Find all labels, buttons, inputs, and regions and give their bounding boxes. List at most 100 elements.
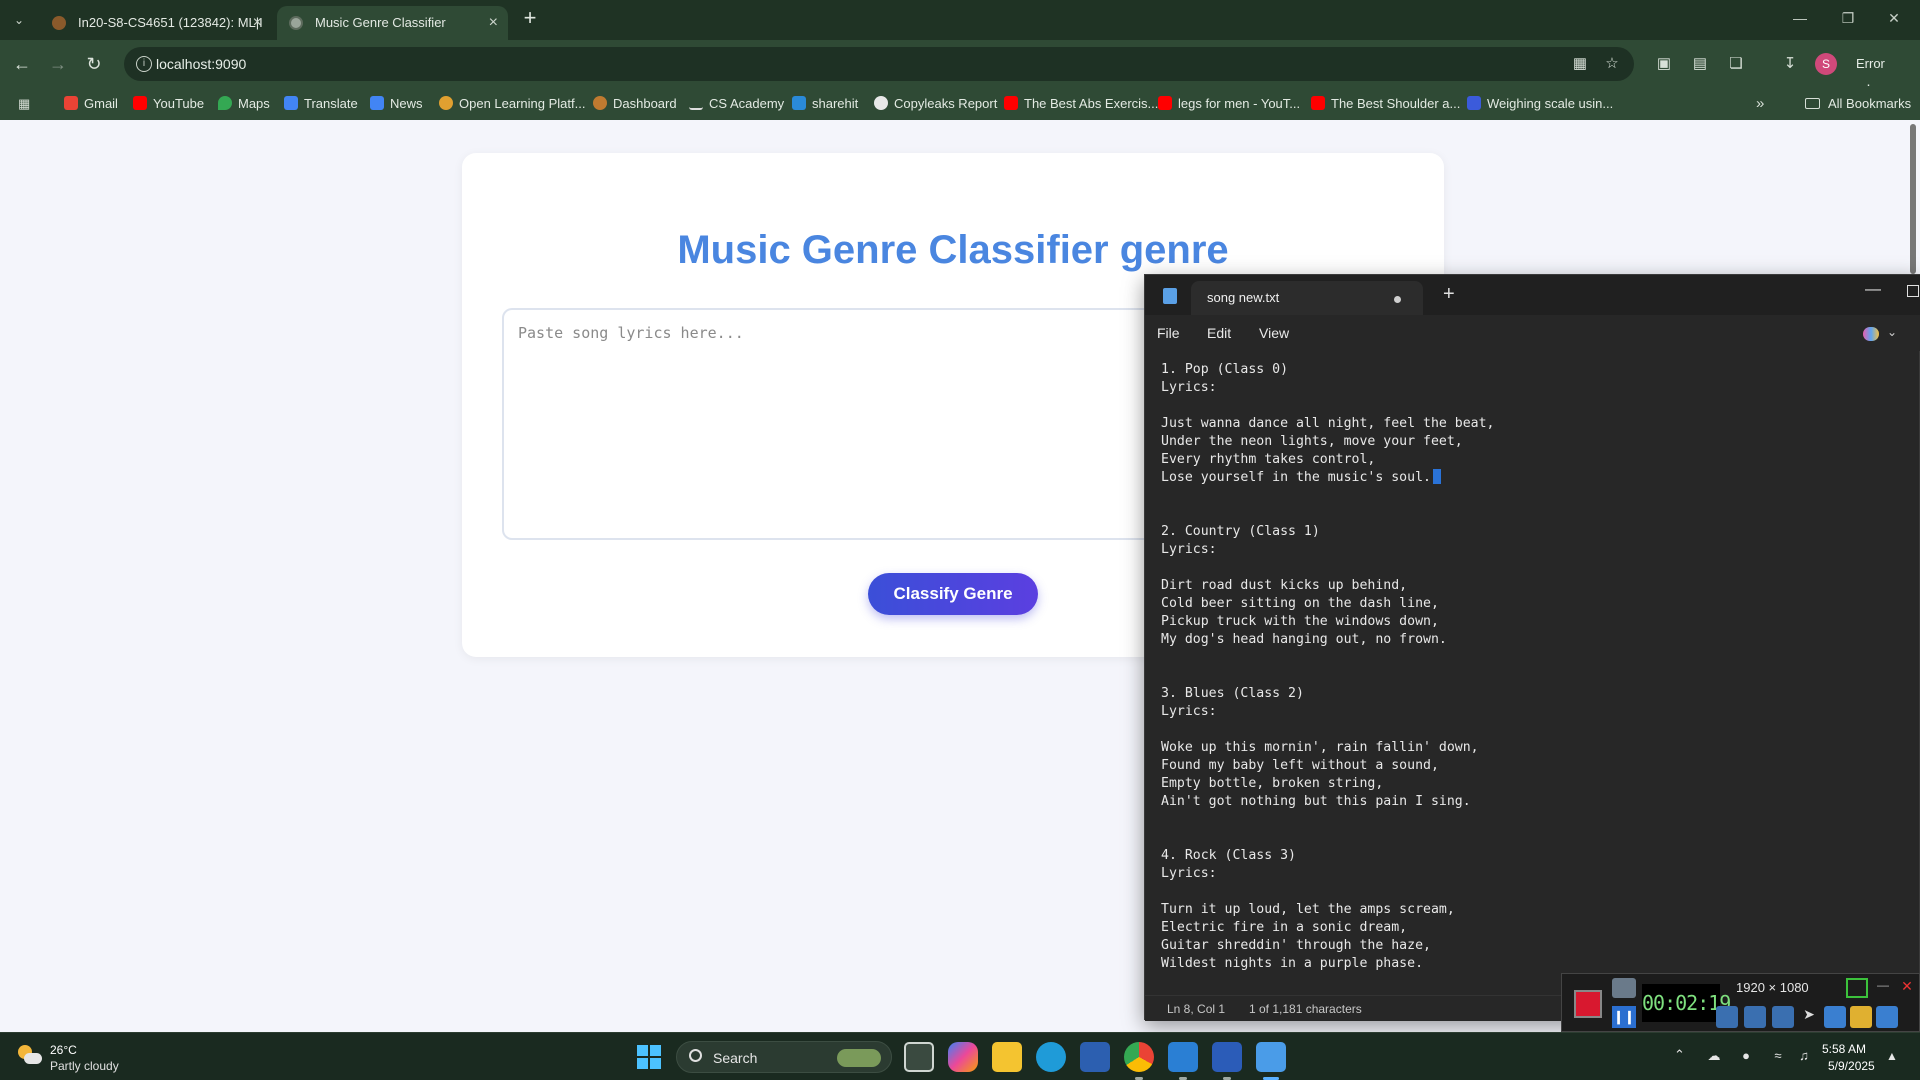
bookmark-shoulder[interactable]: The Best Shoulder a... xyxy=(1311,88,1460,120)
copilot-app-icon[interactable] xyxy=(948,1042,978,1072)
text-line: Ain't got nothing but this pain I sing. xyxy=(1161,794,1471,809)
minimize-window-icon[interactable]: — xyxy=(1790,10,1810,26)
minimize-recorder-icon[interactable]: — xyxy=(1872,978,1894,998)
webcam-icon[interactable] xyxy=(1772,1006,1794,1028)
task-view-icon[interactable] xyxy=(904,1042,934,1072)
close-window-icon[interactable]: ✕ xyxy=(1884,10,1904,27)
tab-search-chevron-icon[interactable]: ⌄ xyxy=(8,9,30,31)
bookmark-star-icon[interactable]: ☆ xyxy=(1602,54,1622,74)
notepad-file-tab[interactable]: song new.txt xyxy=(1191,281,1423,315)
bookmark-news[interactable]: News xyxy=(370,88,423,120)
address-bar[interactable]: i localhost:9090 ▦ ☆ xyxy=(124,47,1634,81)
download-icon[interactable]: ↧ xyxy=(1780,54,1800,74)
taskbar-search[interactable]: Search xyxy=(676,1041,892,1073)
new-tab-button[interactable]: + xyxy=(518,6,542,32)
bookmark-open-learning[interactable]: Open Learning Platf... xyxy=(439,88,585,120)
stop-recording-button[interactable] xyxy=(1574,990,1602,1018)
text-line xyxy=(1161,487,1901,505)
microphone-icon[interactable] xyxy=(1744,1006,1766,1028)
bookmark-gmail[interactable]: Gmail xyxy=(64,88,118,120)
bookmark-dashboard[interactable]: Dashboard xyxy=(593,88,677,120)
bookmark-weighing-scale[interactable]: Weighing scale usin... xyxy=(1467,88,1613,120)
copilot-icon[interactable] xyxy=(1863,327,1879,341)
extensions-puzzle-icon[interactable]: ❏ xyxy=(1726,54,1746,74)
chevron-down-icon[interactable]: ⌄ xyxy=(1887,325,1897,339)
profile-avatar[interactable]: S xyxy=(1815,53,1837,75)
camera-icon[interactable] xyxy=(1612,978,1636,998)
tray-overflow-chevron-icon[interactable]: ⌃ xyxy=(1674,1047,1685,1063)
cursor-pointer-icon: ➤ xyxy=(1803,1006,1815,1022)
error-button[interactable]: Error ⋮ xyxy=(1848,51,1904,97)
word-icon[interactable] xyxy=(1212,1042,1242,1072)
menu-edit[interactable]: Edit xyxy=(1207,325,1231,341)
text-line xyxy=(1161,505,1901,523)
browser-tab-course[interactable]: In20-S8-CS4651 (123842): ML|I × xyxy=(40,6,272,40)
site-info-icon[interactable]: i xyxy=(136,56,152,72)
back-icon[interactable]: ← xyxy=(10,52,34,76)
text-line: My dog's head hanging out, no frown. xyxy=(1161,632,1447,647)
speaker-icon[interactable] xyxy=(1716,1006,1738,1028)
bookmark-abs-exercise[interactable]: The Best Abs Exercis... xyxy=(1004,88,1158,120)
microphone-tray-icon[interactable]: ● xyxy=(1738,1048,1754,1064)
bookmark-youtube[interactable]: YouTube xyxy=(133,88,204,120)
bookmark-copyleaks[interactable]: Copyleaks Report xyxy=(874,88,997,120)
more-bookmarks-chevron-icon[interactable]: » xyxy=(1756,88,1764,120)
edge-browser-icon[interactable] xyxy=(1036,1042,1066,1072)
menu-view[interactable]: View xyxy=(1259,325,1289,341)
notification-bell-icon[interactable]: ▲ xyxy=(1886,1049,1900,1063)
windows-start-icon[interactable] xyxy=(637,1045,661,1069)
weather-description[interactable]: Partly cloudy xyxy=(50,1059,119,1073)
volume-icon[interactable]: ♫ xyxy=(1796,1048,1812,1064)
onedrive-cloud-icon[interactable]: ☁ xyxy=(1706,1048,1722,1064)
bookmark-cs-academy[interactable]: CS Academy xyxy=(689,88,784,120)
classify-genre-button[interactable]: Classify Genre xyxy=(868,573,1038,615)
forward-icon[interactable]: → xyxy=(46,52,70,76)
youtube-icon xyxy=(1311,96,1325,110)
restore-window-icon[interactable]: ❐ xyxy=(1838,10,1858,27)
bookmark-label: Gmail xyxy=(84,96,118,111)
bookmark-label: The Best Abs Exercis... xyxy=(1024,96,1159,111)
wifi-icon[interactable]: ≈ xyxy=(1770,1048,1786,1064)
copyleaks-icon xyxy=(874,96,888,110)
pause-recording-button[interactable]: ❙❙ xyxy=(1612,1006,1636,1028)
bookmark-legs-for-men[interactable]: legs for men - YouT... xyxy=(1158,88,1300,120)
region-select-icon[interactable] xyxy=(1846,978,1868,998)
bookmark-maps[interactable]: Maps xyxy=(218,88,270,120)
browser-tab-classifier[interactable]: Music Genre Classifier × xyxy=(277,6,508,40)
scrollbar-thumb[interactable] xyxy=(1910,124,1916,274)
menu-file[interactable]: File xyxy=(1157,325,1180,341)
bookmark-sharehit[interactable]: sharehit xyxy=(792,88,858,120)
text-line: Guitar shreddin' through the haze, xyxy=(1161,938,1431,953)
extension-t-icon[interactable]: ▤ xyxy=(1690,54,1710,74)
clock-date[interactable]: 5/9/2025 xyxy=(1828,1059,1875,1073)
clock-time[interactable]: 5:58 AM xyxy=(1822,1042,1866,1056)
notepad-text-area[interactable]: 1. Pop (Class 0) Lyrics: Just wanna dance… xyxy=(1161,361,1901,979)
reading-mode-icon[interactable]: ▣ xyxy=(1654,54,1674,74)
globe-favicon-icon xyxy=(289,16,303,30)
file-explorer-icon[interactable] xyxy=(992,1042,1022,1072)
notepad-minimize-icon[interactable]: — xyxy=(1865,281,1881,299)
search-icon xyxy=(689,1049,702,1062)
settings-gear-icon[interactable] xyxy=(1876,1006,1898,1028)
pen-draw-icon[interactable] xyxy=(1824,1006,1846,1028)
notepad-taskbar-icon[interactable] xyxy=(1256,1042,1286,1072)
apps-grid-icon[interactable]: ▦ xyxy=(18,97,32,111)
all-bookmarks-button[interactable]: All Bookmarks xyxy=(1805,88,1911,120)
notepad-new-tab-icon[interactable]: + xyxy=(1443,283,1455,306)
text-line xyxy=(1161,397,1901,415)
bookmark-label: CS Academy xyxy=(709,96,785,111)
close-tab-icon[interactable]: × xyxy=(253,6,262,40)
vscode-icon[interactable] xyxy=(1168,1042,1198,1072)
notepad-menubar: File Edit View ⌄ xyxy=(1145,315,1920,351)
translate-page-icon[interactable]: ▦ xyxy=(1570,54,1590,74)
microsoft-store-icon[interactable] xyxy=(1080,1042,1110,1072)
weather-temperature[interactable]: 26°C xyxy=(50,1043,77,1057)
partly-cloudy-icon[interactable] xyxy=(18,1045,42,1067)
close-tab-icon[interactable]: × xyxy=(489,6,498,40)
notepad-maximize-icon[interactable] xyxy=(1907,285,1919,297)
bookmark-translate[interactable]: Translate xyxy=(284,88,358,120)
folder-icon[interactable] xyxy=(1850,1006,1872,1028)
reload-icon[interactable]: ↻ xyxy=(82,52,106,76)
close-recorder-icon[interactable]: ✕ xyxy=(1896,978,1918,998)
chrome-icon[interactable] xyxy=(1124,1042,1154,1072)
